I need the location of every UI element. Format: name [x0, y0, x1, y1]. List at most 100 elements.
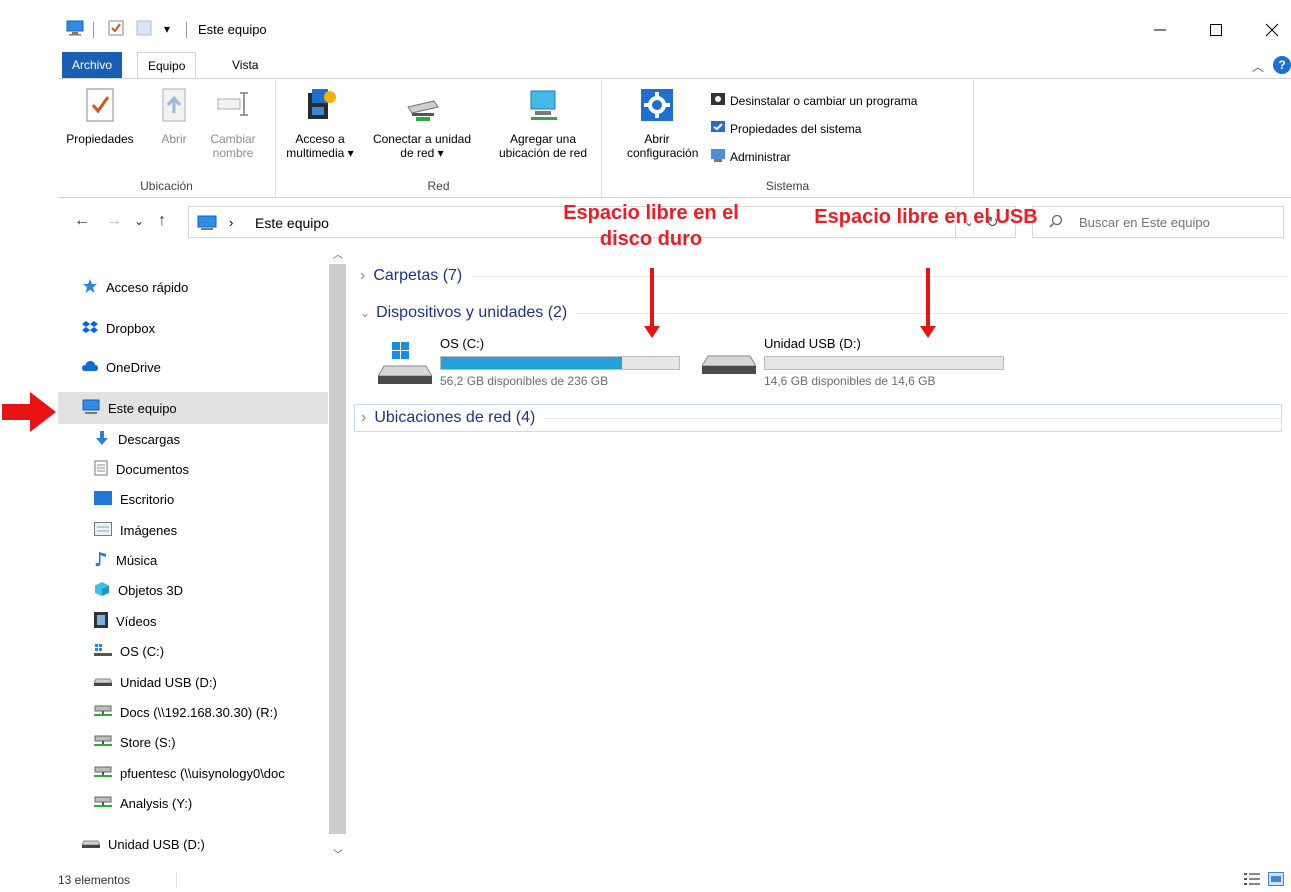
open-icon [156, 87, 192, 126]
chevron-right-icon: › [361, 409, 367, 426]
tab-equipo[interactable]: Equipo [137, 52, 197, 79]
sidebar-scrollbar[interactable]: ︿ ﹀ [328, 242, 348, 866]
add-network-location-button[interactable]: Agregar una ubicación de red [488, 87, 598, 160]
network-drive-icon [94, 795, 112, 812]
properties-button[interactable]: Propiedades [66, 87, 134, 146]
ribbon: Propiedades Abrir Cambiar nombre Ubicaci… [58, 78, 1291, 198]
open-label: Abrir [161, 132, 187, 146]
sidebar-item-dropbox[interactable]: Dropbox [82, 314, 155, 342]
properties-quick-icon[interactable] [108, 20, 124, 39]
sidebar-item-docs-r[interactable]: Docs (\\192.168.30.30) (R:) [94, 698, 278, 726]
manage-button[interactable]: Administrar [710, 147, 791, 166]
document-icon [94, 460, 108, 479]
search-input[interactable] [1079, 215, 1279, 230]
sidebar-item-label: Dropbox [106, 320, 156, 336]
desktop-icon [94, 490, 112, 508]
sidebar-item-descargas[interactable]: Descargas [94, 425, 180, 453]
drive-free-space: 14,6 GB disponibles de 14,6 GB [764, 374, 936, 388]
tab-vista[interactable]: Vista [222, 52, 268, 78]
sidebar-item-acceso-rapido[interactable]: Acceso rápido [82, 273, 188, 301]
sidebar-item-store-s[interactable]: Store (S:) [94, 728, 176, 756]
usb-drive-icon [701, 348, 757, 381]
drive-usage-bar [764, 356, 1004, 370]
open-button[interactable]: Abrir [156, 87, 192, 146]
sidebar-item-documentos[interactable]: Documentos [94, 455, 189, 483]
properties-icon [66, 87, 134, 126]
back-arrow-icon[interactable]: ← [74, 212, 90, 230]
rename-label: Cambiar nombre [210, 132, 256, 160]
forward-arrow-icon[interactable]: → [106, 212, 122, 230]
sidebar-item-analysis-y[interactable]: Analysis (Y:) [94, 789, 192, 817]
sidebar-item-este-equipo[interactable]: Este equipo [82, 394, 177, 422]
drive-usb-d[interactable]: Unidad USB (D:) 14,6 GB disponibles de 1… [701, 334, 1022, 394]
dropbox-icon [82, 319, 98, 338]
add-network-location-label: Agregar una ubicación de red [498, 132, 588, 160]
sidebar-item-escritorio[interactable]: Escritorio [94, 485, 174, 513]
manage-label: Administrar [730, 149, 791, 164]
breadcrumb[interactable]: Este equipo [255, 215, 329, 231]
sidebar-item-os-c[interactable]: OS (C:) [94, 637, 164, 665]
sidebar-item-musica[interactable]: Música [94, 546, 157, 574]
group-carpetas[interactable]: › Carpetas (7) [360, 262, 1288, 290]
sidebar-item-videos[interactable]: Vídeos [94, 607, 156, 635]
close-button[interactable] [1252, 12, 1291, 48]
group-ubicaciones-red[interactable]: › Ubicaciones de red (4) [354, 404, 1282, 432]
scroll-down-icon[interactable]: ﹀ [333, 846, 343, 861]
title-separator [186, 22, 187, 38]
download-icon [94, 430, 110, 449]
recent-locations-chevron-icon[interactable]: ⌄ [134, 214, 144, 228]
sidebar-item-label: Escritorio [120, 491, 175, 507]
sidebar-item-usb-d-root[interactable]: Unidad USB (D:) [81, 830, 205, 858]
star-icon [82, 278, 98, 297]
media-access-icon [282, 87, 358, 126]
media-access-label: Acceso a multimedia [286, 132, 345, 160]
sidebar-item-label: OS (C:) [120, 643, 165, 659]
manage-icon [710, 147, 726, 166]
windows-drive-icon [377, 340, 433, 389]
usb-drive-icon [81, 837, 101, 852]
ribbon-group-label: Sistema [765, 179, 810, 193]
ribbon-group-label: Ubicación [140, 179, 193, 193]
maximize-button[interactable] [1196, 12, 1236, 48]
scrollbar-thumb[interactable] [329, 264, 346, 834]
sidebar-item-objetos-3d[interactable]: Objetos 3D [94, 576, 183, 604]
chevron-up-icon[interactable]: ︿ [1252, 58, 1264, 75]
up-arrow-icon[interactable]: ↑ [158, 212, 166, 230]
customize-quick-access-icon[interactable]: ▾ [164, 22, 170, 36]
title-separator [93, 22, 94, 38]
scroll-up-icon[interactable]: ︿ [333, 246, 343, 261]
tab-archivo[interactable]: Archivo [62, 52, 123, 78]
group-dispositivos[interactable]: ⌄ Dispositivos y unidades (2) [360, 299, 1288, 327]
network-drive-icon [94, 704, 112, 721]
rename-button[interactable]: Cambiar nombre [206, 87, 260, 160]
breadcrumb-chevron-icon[interactable]: › [229, 215, 233, 230]
drive-name: OS (C:) [440, 336, 485, 351]
help-icon[interactable]: ? [1273, 56, 1291, 74]
open-settings-button[interactable]: Abrir configuración [608, 87, 706, 160]
cloud-icon [82, 360, 98, 375]
sidebar-item-imagenes[interactable]: Imágenes [94, 516, 177, 544]
map-drive-button[interactable]: Conectar a unidad de red ▾ [368, 87, 476, 160]
media-access-button[interactable]: Acceso a multimedia ▾ [282, 87, 358, 160]
minimize-button[interactable] [1140, 12, 1180, 48]
annotation-arrow-sidebar [2, 392, 56, 435]
tiles-view-icon[interactable] [1268, 872, 1284, 889]
sidebar-item-usb-d[interactable]: Unidad USB (D:) [93, 668, 217, 696]
new-folder-quick-icon[interactable] [136, 20, 152, 39]
uninstall-program-button[interactable]: Desinstalar o cambiar un programa [710, 91, 917, 110]
details-view-icon[interactable] [1244, 872, 1260, 889]
drive-os-c[interactable]: OS (C:) 56,2 GB disponibles de 236 GB [377, 334, 698, 394]
properties-label: Propiedades [66, 132, 134, 146]
annotation-arrow-hdd [644, 268, 660, 338]
group-divider [545, 417, 1281, 419]
sidebar-item-label: Vídeos [116, 613, 157, 629]
map-drive-icon [368, 87, 476, 126]
sidebar-item-onedrive[interactable]: OneDrive [82, 353, 161, 381]
sidebar-item-pfuentesc[interactable]: pfuentesc (\\uisynology0\doc [94, 759, 328, 787]
search-box[interactable] [1032, 206, 1284, 238]
system-properties-button[interactable]: Propiedades del sistema [710, 119, 861, 138]
group-label: Carpetas (7) [373, 267, 463, 284]
sidebar-item-label: Documentos [116, 461, 189, 477]
drive-usage-fill [441, 357, 623, 369]
ribbon-group-ubicacion: Propiedades Abrir Cambiar nombre Ubicaci… [58, 79, 276, 197]
